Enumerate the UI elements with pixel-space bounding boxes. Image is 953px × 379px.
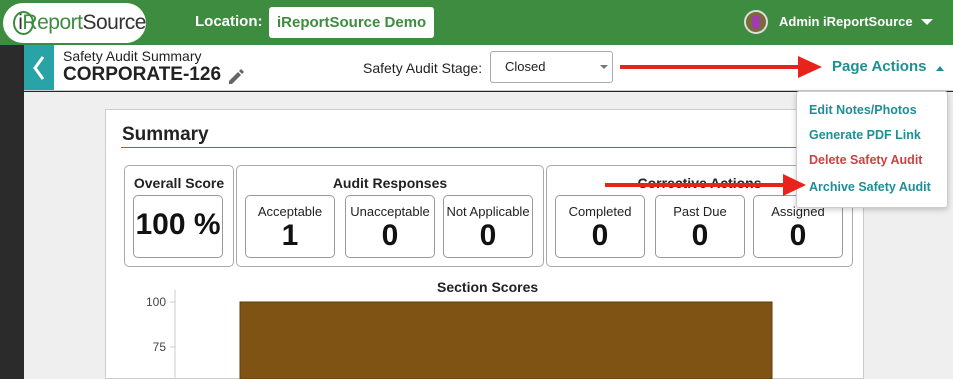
chart-bar[interactable] <box>239 301 773 379</box>
record-id-title: CORPORATE-126 <box>63 64 222 85</box>
metric-label: Unacceptable <box>350 204 430 219</box>
metric-not-applicable: Not Applicable 0 <box>443 195 533 258</box>
stage-select[interactable]: Closed <box>490 51 613 83</box>
top-navigation-bar: iReportSource Location: iReportSource De… <box>0 0 953 45</box>
metric-value: 0 <box>479 219 497 252</box>
logo-text: iReportSource <box>18 11 146 34</box>
pencil-edit-icon[interactable] <box>227 68 244 85</box>
overall-score-value: 100 % <box>135 208 221 241</box>
user-avatar[interactable] <box>744 10 768 34</box>
left-edge-strip <box>0 45 24 379</box>
overall-score-group: Overall Score 100 % <box>124 165 234 267</box>
ireportsource-logo[interactable]: iReportSource <box>3 3 146 43</box>
page-actions-button[interactable]: Page Actions <box>832 58 926 75</box>
page-header: Safety Audit Summary CORPORATE-126 Safet… <box>24 45 953 91</box>
metric-unacceptable: Unacceptable 0 <box>345 195 435 258</box>
metric-completed: Completed 0 <box>555 195 645 258</box>
metric-value: 0 <box>381 219 399 252</box>
audit-responses-group: Audit Responses Acceptable 1 Unacceptabl… <box>236 165 544 267</box>
user-menu-caret-icon[interactable] <box>921 19 933 25</box>
caret-up-icon[interactable] <box>936 66 944 71</box>
y-tick-label: 75 <box>153 340 167 354</box>
location-label: Location: <box>195 13 263 30</box>
y-tick-label: 100 <box>146 295 166 309</box>
chevron-left-icon <box>33 55 45 80</box>
back-button[interactable] <box>24 45 54 90</box>
metric-value: 0 <box>789 219 807 252</box>
audit-responses-title: Audit Responses <box>332 175 448 191</box>
section-scores-chart: 100 75 <box>146 290 773 379</box>
page-actions-menu: Edit Notes/Photos Generate PDF Link Dele… <box>796 91 948 208</box>
location-selector-button[interactable]: iReportSource Demo <box>269 7 435 38</box>
summary-divider <box>121 147 853 148</box>
metric-label: Completed <box>568 204 632 219</box>
summary-heading: Summary <box>122 124 209 145</box>
metric-label: Not Applicable <box>446 204 530 219</box>
metric-acceptable: Acceptable 1 <box>245 195 335 258</box>
metric-value: 0 <box>691 219 709 252</box>
menu-item-delete-safety-audit[interactable]: Delete Safety Audit <box>809 153 922 167</box>
page-subtitle: Safety Audit Summary <box>63 48 202 64</box>
user-menu-name[interactable]: Admin iReportSource <box>779 14 913 29</box>
select-caret-icon <box>600 65 608 69</box>
metric-value: 0 <box>591 219 609 252</box>
metric-label: Past Due <box>673 204 727 219</box>
metric-value: 1 <box>281 219 299 252</box>
metric-label: Acceptable <box>257 204 323 219</box>
menu-item-edit-notes-photos[interactable]: Edit Notes/Photos <box>809 103 917 117</box>
menu-item-archive-safety-audit[interactable]: Archive Safety Audit <box>809 180 931 194</box>
menu-item-generate-pdf-link[interactable]: Generate PDF Link <box>809 128 921 142</box>
metric-past-due: Past Due 0 <box>655 195 745 258</box>
overall-score-box: 100 % <box>133 195 223 258</box>
stage-label: Safety Audit Stage: <box>363 60 483 76</box>
overall-score-title: Overall Score <box>133 175 225 191</box>
